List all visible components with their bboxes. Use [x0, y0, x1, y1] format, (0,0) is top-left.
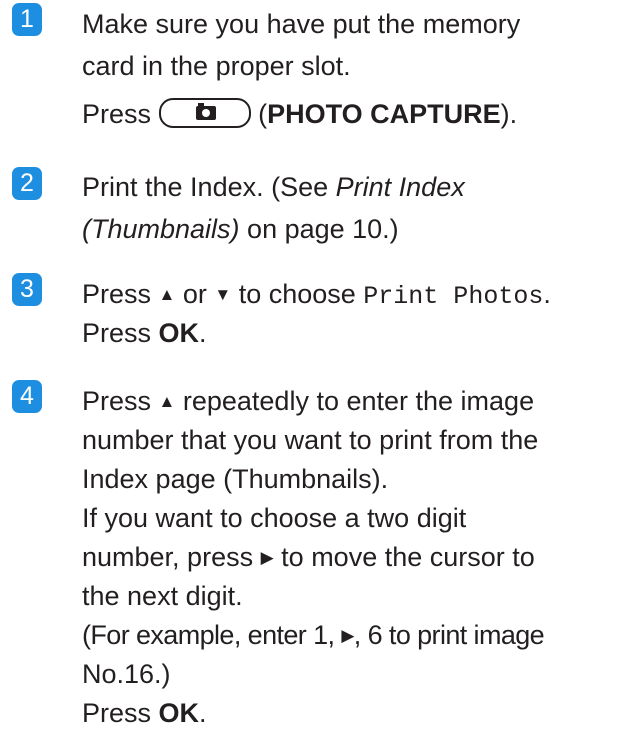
step-4-text: to move the cursor to — [273, 542, 535, 572]
step-4-text: repeatedly to enter the image — [175, 386, 535, 416]
period: . — [199, 698, 207, 728]
step-number-badge: 2 — [12, 167, 42, 200]
or-text: or — [175, 279, 215, 309]
camera-icon — [195, 103, 216, 120]
down-arrow-icon: ▼ — [214, 285, 232, 304]
press-text: Press — [82, 318, 159, 348]
step-4-line-6: the next digit. — [82, 581, 243, 611]
ok-key-label: OK — [158, 318, 200, 348]
step-2-text: Print the Index. (See — [82, 172, 336, 202]
step-4-line-8: No.16.) — [82, 659, 171, 689]
step-1-press-line: Press (PHOTO CAPTURE). — [82, 96, 517, 132]
example-text: , 6 to print image — [353, 620, 545, 650]
choose-text: to choose — [231, 279, 364, 309]
example-text: (For example, enter 1, — [82, 620, 342, 650]
photo-capture-button — [158, 98, 251, 128]
step-3-line-1: Press ▲ or ▼ to choose Print Photos. — [82, 276, 551, 316]
period: . — [543, 279, 551, 309]
step-2-line-2: (Thumbnails) on page 10.) — [82, 211, 399, 247]
period: . — [199, 318, 207, 348]
step-4-line-5: number, press ▶ to move the cursor to — [82, 539, 535, 579]
menu-item-print-photos: Print Photos — [363, 282, 544, 311]
right-arrow-icon: ▶ — [341, 626, 354, 645]
right-arrow-icon: ▶ — [260, 548, 274, 567]
step-4-line-4: If you want to choose a two digit — [82, 503, 467, 533]
cross-reference-title: (Thumbnails) — [82, 214, 240, 244]
step-4-text: number, press — [82, 542, 261, 572]
step-1-line-1: Make sure you have put the memory — [82, 9, 521, 39]
paren-close: ). — [500, 99, 518, 129]
step-4-line-1: Press ▲ repeatedly to enter the image — [82, 383, 534, 423]
step-4-line-9: Press OK. — [82, 695, 207, 731]
paren-open: ( — [258, 99, 268, 129]
step-2-line-1: Print the Index. (See Print Index — [82, 169, 465, 205]
photo-capture-label: PHOTO CAPTURE — [267, 99, 501, 129]
step-number-badge: 1 — [12, 3, 42, 36]
up-arrow-icon: ▲ — [158, 392, 176, 411]
step-4-line-2: number that you want to print from the — [82, 425, 539, 455]
page-reference: on page 10.) — [239, 214, 399, 244]
cross-reference-title: Print Index — [335, 172, 465, 202]
up-arrow-icon: ▲ — [158, 285, 176, 304]
press-text: Press — [82, 99, 152, 129]
press-text: Press — [82, 698, 159, 728]
press-text: Press — [82, 279, 159, 309]
step-4-line-3: Index page (Thumbnails). — [82, 464, 389, 494]
step-4-line-7: (For example, enter 1, ▶, 6 to print ima… — [82, 617, 545, 657]
step-number-badge: 4 — [12, 380, 42, 413]
step-3-line-2: Press OK. — [82, 315, 207, 351]
press-text: Press — [82, 386, 159, 416]
step-number-badge: 3 — [12, 273, 42, 306]
step-1-line-2: card in the proper slot. — [82, 51, 351, 81]
ok-key-label: OK — [158, 698, 200, 728]
